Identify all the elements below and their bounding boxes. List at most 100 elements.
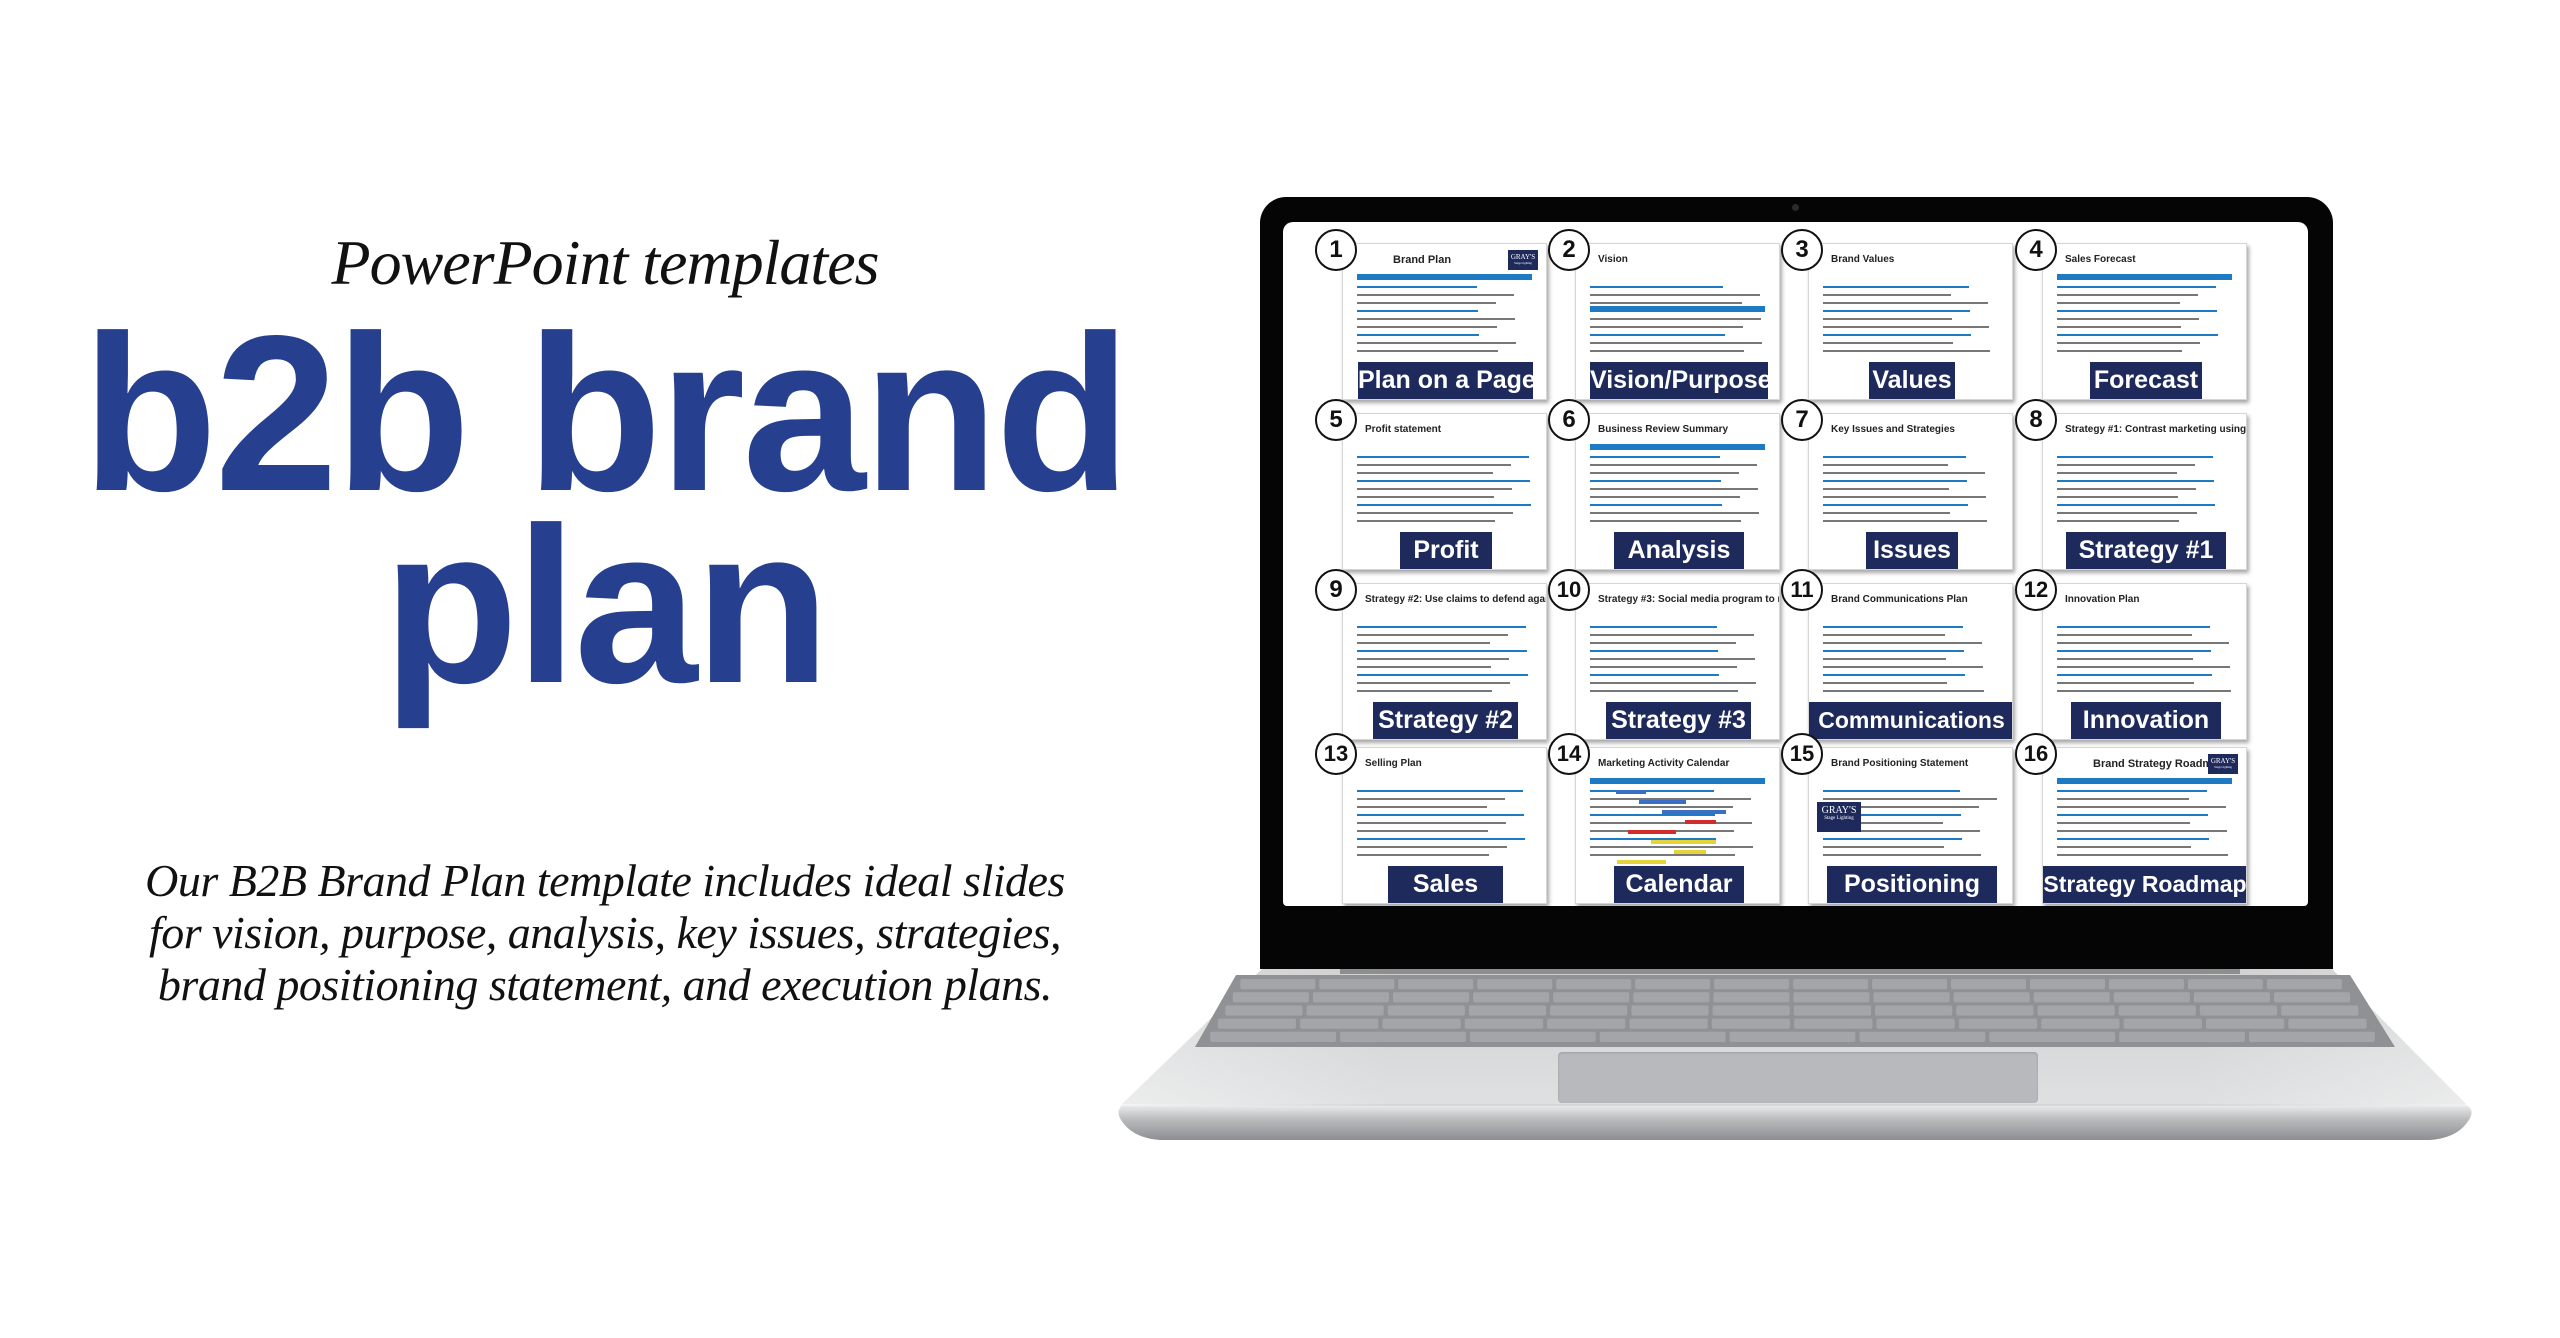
slide-title: Vision (1598, 254, 1628, 265)
slide-text-line (1357, 294, 1514, 296)
slide-text-line (1357, 480, 1530, 482)
slide-text-line (1823, 456, 1966, 458)
slide-title: Brand Communications Plan (1831, 594, 1968, 605)
slide-label: Values (1869, 362, 1955, 399)
slide-label: Analysis (1614, 532, 1744, 569)
slide-text-line (1823, 846, 1944, 848)
slide-text-line (1590, 456, 1720, 458)
slide-text-line (1357, 798, 1505, 800)
slide-table-header (2057, 274, 2232, 280)
keyboard (1195, 975, 2395, 1047)
slide-table-header (1590, 444, 1765, 450)
slide-number-badge: 1 (1315, 229, 1357, 271)
logo-name: GRAY'S (1510, 253, 1536, 261)
slide-text-line (2057, 504, 2215, 506)
calendar-bar (1674, 850, 1706, 854)
slide-text-line (2057, 690, 2231, 692)
slide-text-line (1823, 464, 1948, 466)
slide-number-badge: 13 (1315, 733, 1357, 775)
slide-number-badge: 6 (1548, 399, 1590, 441)
slide-text-line (1357, 286, 1477, 288)
keyboard-key (2041, 1018, 2120, 1029)
keyboard-key (1306, 1005, 1384, 1016)
keyboard-key (1393, 992, 1470, 1003)
keyboard-key (1599, 1031, 1726, 1042)
slide-text-line (1823, 682, 1947, 684)
slide-title: Strategy #3: Social media program to rea… (1598, 594, 1779, 605)
keyboard-key (2109, 979, 2184, 990)
grays-logo: GRAY'S Stage Lighting (2208, 754, 2238, 774)
slide-text-line (1357, 302, 1496, 304)
slide-label: Strategy #3 (1606, 702, 1751, 739)
keyboard-key (1711, 1018, 1791, 1029)
slide-table-header (1590, 778, 1765, 784)
slide-text-line (1590, 342, 1762, 344)
slide-number-badge: 2 (1548, 229, 1590, 271)
webcam-icon (1792, 204, 1799, 211)
keyboard-key (1953, 992, 2030, 1003)
logo-tagline: Stage Lighting (1514, 261, 1532, 265)
slide-label: Calendar (1614, 866, 1744, 903)
calendar-bar (1616, 790, 1646, 794)
slide-text-line (2057, 310, 2217, 312)
slide-text-line (1590, 512, 1759, 514)
keyboard-key (2266, 979, 2342, 990)
slide-text-line (2057, 472, 2177, 474)
slide-text-line (1357, 838, 1525, 840)
keyboard-key (1631, 1005, 1709, 1016)
body-line: Our B2B Brand Plan template includes ide… (145, 855, 1065, 906)
slide-text-line (2057, 286, 2216, 288)
slide-label: Strategy #2 (1373, 702, 1518, 739)
keyboard-key (1473, 992, 1550, 1003)
slide-thumbnail: Marketing Activity Calendar Calendar (1575, 747, 1780, 904)
calendar-bar (1662, 810, 1726, 814)
slide-text-line (1590, 472, 1739, 474)
slide-text-line (1823, 658, 1946, 660)
logo-name: GRAY'S (1821, 805, 1857, 816)
slide-text-line (1357, 504, 1531, 506)
keyboard-key (1550, 1005, 1628, 1016)
slide-label: Sales (1388, 866, 1503, 903)
slide-text-line (1823, 690, 1984, 692)
trackpad (1558, 1052, 2038, 1103)
slide-label: Issues (1866, 532, 1958, 569)
slide-text-line (1357, 350, 1498, 352)
keyboard-key (1210, 1031, 1336, 1042)
keyboard-key (1319, 979, 1395, 990)
keyboard-key (1217, 1018, 1296, 1029)
logo-tagline: Stage Lighting (2214, 765, 2232, 769)
slide-text-line (1823, 334, 1971, 336)
slide-title: Brand Plan (1393, 254, 1452, 266)
keyboard-key (1225, 1005, 1303, 1016)
slide-text-line (1590, 310, 1724, 312)
slide-text-line (1823, 488, 1949, 490)
slide-text-line (1590, 854, 1735, 856)
slide-number-badge: 10 (1548, 569, 1590, 611)
slide-text-line (1823, 626, 1963, 628)
slide-text-line (1823, 838, 1962, 840)
slide-text-line (1357, 790, 1523, 792)
calendar-bar (1651, 840, 1716, 844)
keyboard-key (2288, 1018, 2367, 1029)
slide-label: Plan on a Page (1358, 362, 1536, 399)
slide-text-line (1590, 350, 1744, 352)
keyboard-key (2037, 1005, 2115, 1016)
slide-text-line (2057, 682, 2194, 684)
slide-title: Profit statement (1365, 424, 1442, 435)
keyboard-key (1951, 979, 2026, 990)
slide-text-line (1823, 472, 1985, 474)
keyboard-key (1712, 1005, 1790, 1016)
slide-text-line (2057, 838, 2209, 840)
keyboard-key (2119, 1031, 2245, 1042)
slide-label: Positioning (1827, 866, 1997, 903)
keyboard-key (1340, 1031, 1466, 1042)
slide-text-line (2057, 350, 2182, 352)
keyboard-key (1872, 979, 1948, 990)
slide-text-line (2057, 642, 2229, 644)
slide-text-line (1823, 666, 1983, 668)
slide-text-line (1590, 822, 1752, 824)
slide-text-line (1823, 350, 1990, 352)
slide-text-line (1823, 798, 1997, 800)
slide-thumbnail: Strategy #1: Contrast marketing using "m… (2042, 413, 2247, 570)
body-line: brand positioning statement, and executi… (157, 959, 1053, 1010)
